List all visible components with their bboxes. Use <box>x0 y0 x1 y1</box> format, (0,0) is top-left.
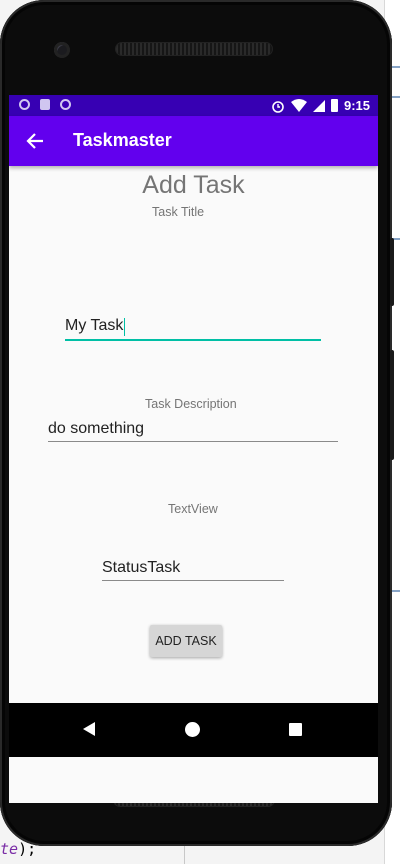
task-status-underline <box>102 580 284 581</box>
emulator-device-frame: 9:15 Taskmaster Add Task Task Title Task… <box>0 0 392 846</box>
sync-icon <box>60 99 71 110</box>
nav-home-icon[interactable] <box>185 722 200 737</box>
system-nav-bar <box>9 703 378 757</box>
wifi-icon <box>290 99 307 112</box>
nav-recents-icon[interactable] <box>289 723 302 736</box>
lock-icon <box>40 99 50 110</box>
task-title-underline <box>65 339 321 341</box>
task-title-label: Task Title <box>152 205 205 219</box>
task-title-field[interactable] <box>65 317 315 338</box>
ide-gutter-mark <box>392 66 400 68</box>
page-title: Add Task <box>142 171 245 199</box>
ide-gutter-mark <box>392 590 400 592</box>
add-task-button[interactable]: ADD TASK <box>150 625 222 657</box>
signal-icon <box>312 99 325 112</box>
volume-button <box>390 350 394 460</box>
task-status-field[interactable] <box>102 559 278 580</box>
top-speaker-grille <box>116 43 272 55</box>
power-button <box>390 238 394 306</box>
battery-icon <box>330 99 338 112</box>
task-description-label: Task Description <box>145 397 237 411</box>
task-description-field[interactable] <box>48 420 333 441</box>
status-time: 9:15 <box>343 98 370 113</box>
ide-gutter-mark <box>392 96 400 98</box>
app-bar: Taskmaster <box>9 116 378 166</box>
front-camera-icon <box>54 42 70 58</box>
app-title: Taskmaster <box>73 130 172 150</box>
device-screen: 9:15 Taskmaster Add Task Task Title Task… <box>9 95 378 803</box>
status-label: TextView <box>168 502 218 516</box>
nav-back-icon[interactable] <box>83 722 95 736</box>
ide-code-keyword: te <box>0 840 19 858</box>
arrow-back-icon[interactable] <box>21 128 49 154</box>
location-icon <box>19 99 30 110</box>
status-bar: 9:15 <box>9 95 378 116</box>
alarm-icon <box>272 100 284 113</box>
task-description-underline <box>48 441 338 442</box>
text-cursor <box>124 318 125 336</box>
